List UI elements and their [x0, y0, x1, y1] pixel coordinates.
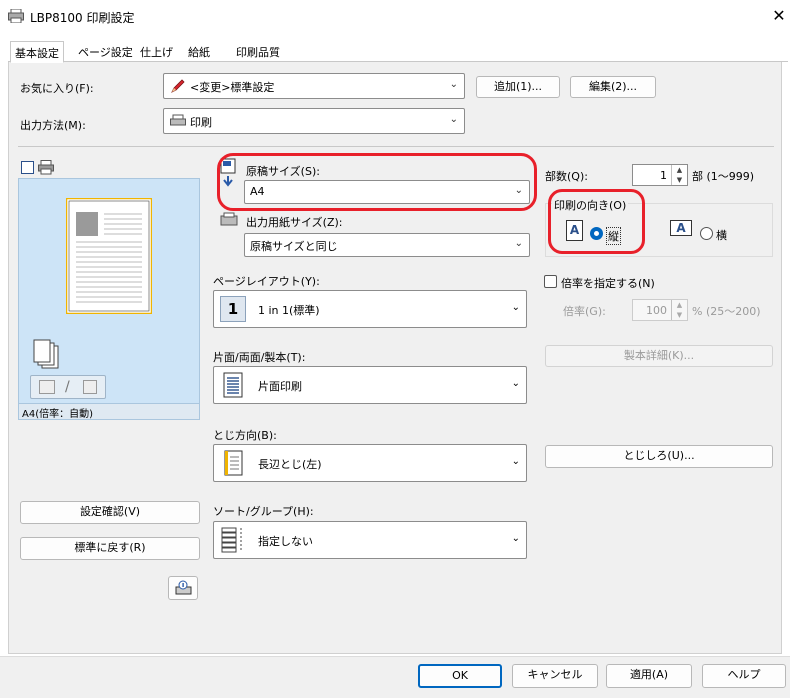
printer-icon — [170, 114, 186, 126]
favorites-value: <変更>標準設定 — [190, 81, 275, 94]
copies-stack-icon — [33, 339, 59, 369]
page-layout-label: ページレイアウト(Y): — [213, 275, 320, 288]
output-method-select[interactable]: 印刷 ⌄ — [163, 108, 465, 134]
scaling-unit: % (25〜200) — [692, 305, 761, 318]
document-icon — [39, 380, 55, 394]
copies-label: 部数(Q): — [545, 170, 588, 183]
spinner-arrows-icon[interactable]: ▲ ▼ — [671, 165, 687, 185]
scaling-checkbox-label[interactable]: 倍率を指定する(N) — [561, 275, 655, 291]
divider — [18, 146, 774, 147]
printer-info-icon — [175, 580, 192, 595]
landscape-label[interactable]: 横 — [716, 227, 727, 243]
favorites-label: お気に入り(F): — [20, 82, 94, 95]
sort-value: 指定しない — [258, 535, 313, 548]
duplex-value: 片面印刷 — [258, 380, 302, 393]
chevron-down-icon: ⌄ — [511, 533, 520, 544]
tab-page-settings[interactable]: ページ設定 — [74, 41, 137, 62]
paper-preview — [66, 198, 152, 314]
single-sided-icon — [223, 372, 243, 398]
tab-basic-settings[interactable]: 基本設定 — [10, 41, 64, 63]
ok-button[interactable]: OK — [418, 664, 502, 688]
printer-view-icon[interactable] — [38, 160, 54, 175]
n-up-toggle[interactable]: / — [30, 375, 106, 399]
tab-paper-source[interactable]: 給紙 — [184, 41, 214, 62]
long-edge-binding-icon — [224, 450, 243, 476]
window-title: LBP8100 印刷設定 — [30, 11, 135, 25]
scaling-value: 100 — [646, 304, 667, 317]
tab-print-quality[interactable]: 印刷品質 — [232, 41, 284, 62]
page-layout-select[interactable]: 1 1 in 1(標準) ⌄ — [213, 290, 527, 328]
help-button[interactable]: ヘルプ — [702, 664, 786, 688]
highlight-original-size — [217, 153, 537, 211]
chevron-down-icon: ⌄ — [511, 302, 520, 313]
chevron-down-icon: ⌄ — [514, 238, 523, 249]
binding-select[interactable]: 長辺とじ(左) ⌄ — [213, 444, 527, 482]
printer-icon — [8, 9, 24, 23]
page-view-icon[interactable] — [21, 161, 34, 174]
landscape-radio[interactable] — [700, 227, 713, 240]
apply-button[interactable]: 適用(A) — [606, 664, 692, 688]
output-method-label: 出力方法(M): — [20, 119, 86, 132]
output-size-label: 出力用紙サイズ(Z): — [246, 216, 343, 229]
binding-value: 長辺とじ(左) — [258, 458, 322, 471]
sort-label: ソート/グループ(H): — [213, 505, 314, 518]
scaling-checkbox[interactable] — [544, 275, 557, 288]
restore-defaults-button[interactable]: 標準に戻す(R) — [20, 537, 200, 560]
chevron-down-icon: ⌄ — [511, 378, 520, 389]
add-favorite-button[interactable]: 追加(1)... — [476, 76, 560, 98]
cancel-button[interactable]: キャンセル — [512, 664, 598, 688]
one-page-icon: 1 — [220, 296, 246, 322]
gutter-button[interactable]: とじしろ(U)... — [545, 445, 773, 468]
highlight-orientation — [548, 189, 645, 254]
sort-stack-icon — [221, 527, 242, 553]
output-size-value: 原稿サイズと同じ — [250, 240, 338, 253]
copies-unit: 部 (1〜999) — [692, 170, 755, 183]
spinner-arrows-icon[interactable]: ▲ ▼ — [671, 300, 687, 320]
booklet-icon — [83, 380, 97, 394]
confirm-settings-button[interactable]: 設定確認(V) — [20, 501, 200, 524]
duplex-select[interactable]: 片面印刷 ⌄ — [213, 366, 527, 404]
edit-favorite-button[interactable]: 編集(2)... — [570, 76, 656, 98]
favorites-select[interactable]: <変更>標準設定 ⌄ — [163, 73, 465, 99]
copies-spinner[interactable]: 1 ▲ ▼ — [632, 164, 688, 186]
duplex-label: 片面/両面/製本(T): — [213, 351, 306, 364]
chevron-down-icon: ⌄ — [449, 79, 458, 90]
binding-label: とじ方向(B): — [213, 429, 277, 442]
sort-select[interactable]: 指定しない ⌄ — [213, 521, 527, 559]
printer-info-button[interactable] — [168, 576, 198, 600]
chevron-down-icon: ⌄ — [449, 114, 458, 125]
output-paper-icon — [220, 212, 238, 226]
tab-finishing[interactable]: 仕上げ — [136, 41, 177, 62]
bookbinding-details-button[interactable]: 製本詳細(K)... — [545, 345, 773, 367]
scaling-label: 倍率(G): — [563, 305, 606, 318]
copies-value: 1 — [660, 169, 667, 182]
landscape-icon: A — [670, 220, 692, 236]
scaling-spinner[interactable]: 100 ▲ ▼ — [632, 299, 688, 321]
preview-caption: A4(倍率：自動) — [22, 409, 94, 420]
output-method-value: 印刷 — [190, 116, 212, 129]
output-size-select[interactable]: 原稿サイズと同じ ⌄ — [244, 233, 530, 257]
separator-slash: / — [65, 379, 70, 395]
close-icon[interactable]: ✕ — [768, 5, 790, 27]
page-layout-value: 1 in 1(標準) — [258, 304, 320, 317]
chevron-down-icon: ⌄ — [511, 456, 520, 467]
pencil-icon — [171, 79, 185, 93]
